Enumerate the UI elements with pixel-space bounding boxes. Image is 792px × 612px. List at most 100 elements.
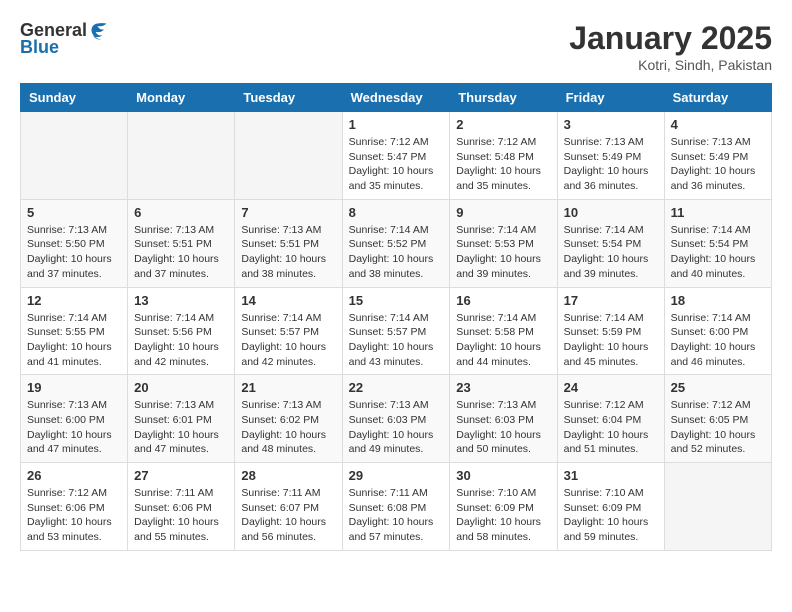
day-info: Sunrise: 7:13 AM Sunset: 5:50 PM Dayligh…	[27, 223, 121, 282]
day-number: 7	[241, 205, 335, 220]
day-number: 30	[456, 468, 550, 483]
day-info: Sunrise: 7:13 AM Sunset: 6:00 PM Dayligh…	[27, 398, 121, 457]
day-number: 10	[564, 205, 658, 220]
logo-bird-icon	[89, 21, 109, 41]
day-info: Sunrise: 7:13 AM Sunset: 6:03 PM Dayligh…	[349, 398, 444, 457]
day-number: 14	[241, 293, 335, 308]
calendar-cell	[235, 112, 342, 200]
calendar-cell: 30Sunrise: 7:10 AM Sunset: 6:09 PM Dayli…	[450, 463, 557, 551]
day-info: Sunrise: 7:14 AM Sunset: 5:53 PM Dayligh…	[456, 223, 550, 282]
weekday-header-wednesday: Wednesday	[342, 84, 450, 112]
calendar-cell: 10Sunrise: 7:14 AM Sunset: 5:54 PM Dayli…	[557, 199, 664, 287]
calendar-cell: 31 Sunrise: 7:10 AM Sunset: 6:09 PM Dayli…	[557, 463, 664, 551]
day-info: Sunrise: 7:14 AM Sunset: 5:54 PM Dayligh…	[671, 223, 765, 282]
calendar-cell: 5 Sunrise: 7:13 AM Sunset: 5:50 PM Daylig…	[21, 199, 128, 287]
day-info: Sunrise: 7:14 AM Sunset: 5:58 PM Dayligh…	[456, 311, 550, 370]
day-info: Sunrise: 7:13 AM Sunset: 5:51 PM Dayligh…	[134, 223, 228, 282]
day-number: 2	[456, 117, 550, 132]
calendar-cell: 17 Sunrise: 7:14 AM Sunset: 5:59 PM Dayli…	[557, 287, 664, 375]
calendar-cell	[21, 112, 128, 200]
day-number: 1	[349, 117, 444, 132]
calendar-cell: 3 Sunrise: 7:13 AM Sunset: 5:49 PM Daylig…	[557, 112, 664, 200]
calendar-cell	[128, 112, 235, 200]
day-info: Sunrise: 7:14 AM Sunset: 5:57 PM Dayligh…	[349, 311, 444, 370]
calendar-cell: 19Sunrise: 7:13 AM Sunset: 6:00 PM Dayli…	[21, 375, 128, 463]
day-number: 11	[671, 205, 765, 220]
logo-blue: Blue	[20, 37, 59, 58]
day-info: Sunrise: 7:13 AM Sunset: 5:49 PM Dayligh…	[671, 135, 765, 194]
day-info: Sunrise: 7:10 AM Sunset: 6:09 PM Dayligh…	[564, 486, 658, 545]
location-subtitle: Kotri, Sindh, Pakistan	[569, 57, 772, 73]
day-number: 3	[564, 117, 658, 132]
calendar-cell: 20 Sunrise: 7:13 AM Sunset: 6:01 PM Dayli…	[128, 375, 235, 463]
calendar-week-row: 12Sunrise: 7:14 AM Sunset: 5:55 PM Dayli…	[21, 287, 772, 375]
calendar-cell: 15 Sunrise: 7:14 AM Sunset: 5:57 PM Dayli…	[342, 287, 450, 375]
day-info: Sunrise: 7:13 AM Sunset: 5:51 PM Dayligh…	[241, 223, 335, 282]
day-info: Sunrise: 7:13 AM Sunset: 6:02 PM Dayligh…	[241, 398, 335, 457]
calendar-cell: 16 Sunrise: 7:14 AM Sunset: 5:58 PM Dayli…	[450, 287, 557, 375]
calendar-cell: 18 Sunrise: 7:14 AM Sunset: 6:00 PM Dayli…	[664, 287, 771, 375]
day-number: 4	[671, 117, 765, 132]
day-info: Sunrise: 7:13 AM Sunset: 6:03 PM Dayligh…	[456, 398, 550, 457]
calendar-week-row: 5 Sunrise: 7:13 AM Sunset: 5:50 PM Daylig…	[21, 199, 772, 287]
calendar-cell: 7 Sunrise: 7:13 AM Sunset: 5:51 PM Daylig…	[235, 199, 342, 287]
day-number: 27	[134, 468, 228, 483]
day-info: Sunrise: 7:13 AM Sunset: 6:01 PM Dayligh…	[134, 398, 228, 457]
day-number: 22	[349, 380, 444, 395]
day-info: Sunrise: 7:14 AM Sunset: 5:52 PM Dayligh…	[349, 223, 444, 282]
day-info: Sunrise: 7:12 AM Sunset: 6:05 PM Dayligh…	[671, 398, 765, 457]
weekday-header-saturday: Saturday	[664, 84, 771, 112]
weekday-header-sunday: Sunday	[21, 84, 128, 112]
weekday-header-row: SundayMondayTuesdayWednesdayThursdayFrid…	[21, 84, 772, 112]
day-info: Sunrise: 7:14 AM Sunset: 6:00 PM Dayligh…	[671, 311, 765, 370]
day-info: Sunrise: 7:14 AM Sunset: 5:59 PM Dayligh…	[564, 311, 658, 370]
day-number: 26	[27, 468, 121, 483]
day-number: 13	[134, 293, 228, 308]
calendar-cell: 21 Sunrise: 7:13 AM Sunset: 6:02 PM Dayli…	[235, 375, 342, 463]
calendar-cell: 9 Sunrise: 7:14 AM Sunset: 5:53 PM Daylig…	[450, 199, 557, 287]
calendar-cell: 1Sunrise: 7:12 AM Sunset: 5:47 PM Daylig…	[342, 112, 450, 200]
day-number: 25	[671, 380, 765, 395]
calendar-cell: 22 Sunrise: 7:13 AM Sunset: 6:03 PM Dayli…	[342, 375, 450, 463]
calendar-week-row: 1Sunrise: 7:12 AM Sunset: 5:47 PM Daylig…	[21, 112, 772, 200]
day-number: 29	[349, 468, 444, 483]
day-number: 23	[456, 380, 550, 395]
day-info: Sunrise: 7:11 AM Sunset: 6:07 PM Dayligh…	[241, 486, 335, 545]
day-number: 17	[564, 293, 658, 308]
calendar-cell: 25 Sunrise: 7:12 AM Sunset: 6:05 PM Dayli…	[664, 375, 771, 463]
day-number: 18	[671, 293, 765, 308]
day-info: Sunrise: 7:14 AM Sunset: 5:55 PM Dayligh…	[27, 311, 121, 370]
calendar-cell: 26 Sunrise: 7:12 AM Sunset: 6:06 PM Dayli…	[21, 463, 128, 551]
calendar-cell	[664, 463, 771, 551]
day-number: 6	[134, 205, 228, 220]
day-number: 28	[241, 468, 335, 483]
day-info: Sunrise: 7:12 AM Sunset: 6:06 PM Dayligh…	[27, 486, 121, 545]
calendar-cell: 8 Sunrise: 7:14 AM Sunset: 5:52 PM Daylig…	[342, 199, 450, 287]
day-number: 9	[456, 205, 550, 220]
calendar-cell: 4 Sunrise: 7:13 AM Sunset: 5:49 PM Daylig…	[664, 112, 771, 200]
day-number: 5	[27, 205, 121, 220]
day-number: 8	[349, 205, 444, 220]
calendar-cell: 14 Sunrise: 7:14 AM Sunset: 5:57 PM Dayli…	[235, 287, 342, 375]
calendar-cell: 23 Sunrise: 7:13 AM Sunset: 6:03 PM Dayli…	[450, 375, 557, 463]
day-info: Sunrise: 7:13 AM Sunset: 5:49 PM Dayligh…	[564, 135, 658, 194]
calendar-week-row: 19Sunrise: 7:13 AM Sunset: 6:00 PM Dayli…	[21, 375, 772, 463]
calendar-cell: 2Sunrise: 7:12 AM Sunset: 5:48 PM Daylig…	[450, 112, 557, 200]
day-number: 24	[564, 380, 658, 395]
calendar-cell: 24 Sunrise: 7:12 AM Sunset: 6:04 PM Dayli…	[557, 375, 664, 463]
day-number: 15	[349, 293, 444, 308]
calendar-week-row: 26 Sunrise: 7:12 AM Sunset: 6:06 PM Dayli…	[21, 463, 772, 551]
day-info: Sunrise: 7:12 AM Sunset: 6:04 PM Dayligh…	[564, 398, 658, 457]
day-info: Sunrise: 7:14 AM Sunset: 5:57 PM Dayligh…	[241, 311, 335, 370]
day-number: 20	[134, 380, 228, 395]
calendar-cell: 12Sunrise: 7:14 AM Sunset: 5:55 PM Dayli…	[21, 287, 128, 375]
weekday-header-thursday: Thursday	[450, 84, 557, 112]
day-info: Sunrise: 7:14 AM Sunset: 5:56 PM Dayligh…	[134, 311, 228, 370]
day-number: 16	[456, 293, 550, 308]
calendar-table: SundayMondayTuesdayWednesdayThursdayFrid…	[20, 83, 772, 551]
day-number: 31	[564, 468, 658, 483]
day-info: Sunrise: 7:11 AM Sunset: 6:06 PM Dayligh…	[134, 486, 228, 545]
day-number: 21	[241, 380, 335, 395]
calendar-cell: 6 Sunrise: 7:13 AM Sunset: 5:51 PM Daylig…	[128, 199, 235, 287]
weekday-header-friday: Friday	[557, 84, 664, 112]
